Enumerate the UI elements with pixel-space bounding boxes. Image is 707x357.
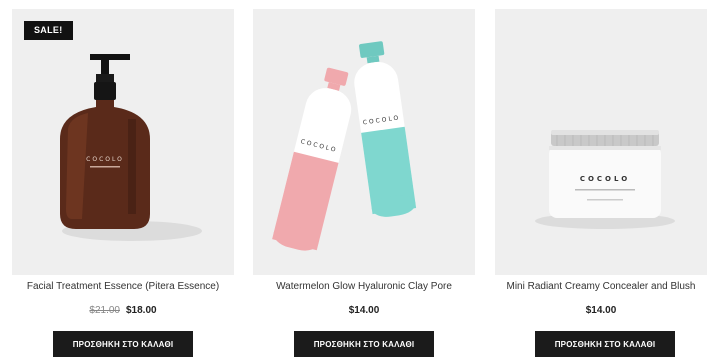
amber-pump-bottle-image: COCOLO: [60, 54, 202, 241]
product-card-mini-radiant-concealer: COCOLO Mini Radiant Creamy Concealer and…: [495, 0, 707, 357]
product-card-facial-treatment-essence: COCOLO SALE! Facial Treatment Essence (P…: [12, 0, 234, 357]
add-to-cart-button[interactable]: ΠΡΟΣΘΗΚΗ ΣΤΟ ΚΑΛΑΘΙ: [535, 331, 675, 357]
bottle-brand-text: COCOLO: [86, 156, 124, 163]
product-image[interactable]: COCOLO SALE!: [12, 9, 234, 275]
product-image[interactable]: COCOLO: [495, 9, 707, 275]
product-price: $21.00 $18.00: [12, 305, 234, 316]
product-title[interactable]: Mini Radiant Creamy Concealer and Blush: [495, 281, 707, 292]
add-to-cart-button[interactable]: ΠΡΟΣΘΗΚΗ ΣΤΟ ΚΑΛΑΘΙ: [53, 331, 193, 357]
product-title[interactable]: Facial Treatment Essence (Pitera Essence…: [12, 281, 234, 292]
pink-mint-bottles-image: COCOLO COCOLO: [272, 41, 417, 251]
product-card-watermelon-glow: COCOLO COCOLO Watermelon Glow Hyaluronic…: [253, 0, 475, 357]
cream-jar-image: COCOLO: [535, 130, 675, 229]
sale-price: $18.00: [126, 305, 157, 316]
sale-badge: SALE!: [24, 21, 73, 40]
product-price: $14.00: [348, 305, 380, 316]
old-price: $21.00: [89, 305, 120, 316]
product-price: $14.00: [585, 305, 617, 316]
jar-brand-text: COCOLO: [580, 175, 630, 183]
product-title[interactable]: Watermelon Glow Hyaluronic Clay Pore: [253, 281, 475, 292]
add-to-cart-button[interactable]: ΠΡΟΣΘΗΚΗ ΣΤΟ ΚΑΛΑΘΙ: [294, 331, 434, 357]
product-image[interactable]: COCOLO COCOLO: [253, 9, 475, 275]
